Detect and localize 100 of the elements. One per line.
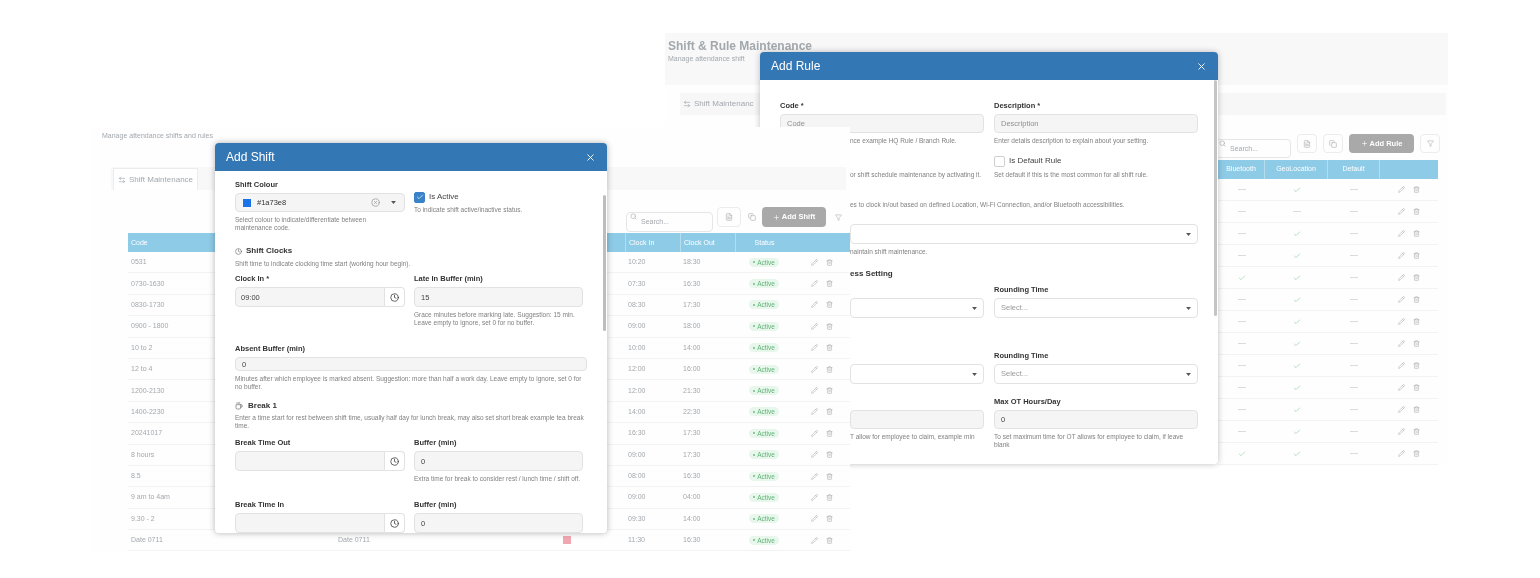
edit-icon[interactable]: [810, 472, 818, 480]
close-icon: [585, 151, 596, 163]
transfer-icon: [118, 175, 126, 184]
time-field[interactable]: [235, 513, 385, 533]
checkbox-label: Is Default Rule: [1009, 155, 1062, 167]
delete-icon[interactable]: [1413, 230, 1420, 237]
edit-icon[interactable]: [1398, 186, 1405, 193]
edit-icon[interactable]: [810, 280, 818, 288]
delete-icon[interactable]: [825, 451, 833, 459]
edit-icon[interactable]: [810, 344, 818, 352]
search-icon: [1219, 140, 1226, 147]
time-field[interactable]: [235, 451, 385, 471]
check-icon: [415, 193, 424, 201]
caret-icon: [972, 306, 977, 310]
dialog-title: Add Rule: [771, 58, 821, 75]
delete-icon[interactable]: [825, 344, 833, 352]
edit-icon[interactable]: [810, 258, 818, 266]
clock-icon: [390, 456, 399, 466]
edit-icon[interactable]: [1398, 384, 1405, 391]
edit-icon[interactable]: [1398, 428, 1405, 435]
delete-icon[interactable]: [1413, 296, 1420, 303]
edit-icon[interactable]: [1398, 296, 1405, 303]
delete-icon[interactable]: [825, 322, 833, 330]
delete-icon[interactable]: [1413, 274, 1420, 281]
section-heading: Break 1: [248, 401, 277, 411]
delete-icon[interactable]: [825, 365, 833, 373]
plus-icon: [1360, 140, 1368, 147]
delete-icon[interactable]: [1413, 384, 1420, 391]
caret-icon: [391, 201, 396, 204]
close-button[interactable]: [585, 151, 596, 163]
delete-icon[interactable]: [1413, 318, 1420, 325]
cup-icon: [235, 402, 243, 410]
select-field[interactable]: [850, 364, 984, 384]
edit-icon[interactable]: [1398, 450, 1405, 457]
edit-icon[interactable]: [1398, 340, 1405, 347]
caret-icon: [972, 372, 977, 376]
clock-button[interactable]: [385, 451, 405, 471]
export-button[interactable]: [1297, 134, 1317, 153]
edit-icon[interactable]: [1398, 406, 1405, 413]
delete-icon[interactable]: [1413, 362, 1420, 369]
caret-icon: [1186, 232, 1191, 236]
ot-input[interactable]: [850, 410, 984, 429]
edit-icon[interactable]: [1398, 208, 1405, 215]
delete-icon[interactable]: [825, 387, 833, 395]
clock-icon: [390, 518, 399, 528]
edit-icon[interactable]: [810, 408, 818, 416]
page-title: Shift & Rule Maintenance: [668, 38, 814, 54]
copy-icon: [1329, 139, 1337, 148]
transfer-icon: [683, 100, 691, 108]
delete-icon[interactable]: [825, 515, 833, 523]
filter-icon: [1426, 140, 1434, 147]
search-icon: [630, 213, 637, 220]
delete-icon[interactable]: [825, 536, 833, 544]
edit-icon[interactable]: [810, 494, 818, 501]
delete-icon[interactable]: [825, 494, 833, 501]
delete-icon[interactable]: [1413, 406, 1420, 413]
checkbox[interactable]: [414, 191, 425, 203]
delete-icon[interactable]: [1413, 340, 1420, 347]
delete-icon[interactable]: [825, 472, 833, 480]
delete-icon[interactable]: [1413, 186, 1420, 193]
select-field[interactable]: [850, 224, 1198, 244]
caret-icon: [1186, 372, 1191, 376]
caret-icon: [1186, 306, 1191, 310]
edit-icon[interactable]: [810, 301, 818, 309]
filter-button[interactable]: [1420, 134, 1440, 153]
edit-icon[interactable]: [810, 451, 818, 459]
edit-icon[interactable]: [1398, 318, 1405, 325]
delete-icon[interactable]: [1413, 252, 1420, 259]
edit-icon[interactable]: [810, 536, 818, 544]
edit-icon[interactable]: [810, 515, 818, 523]
delete-icon[interactable]: [825, 258, 833, 266]
clock-button[interactable]: [385, 513, 405, 533]
clock-button[interactable]: [385, 287, 405, 307]
delete-icon[interactable]: [825, 280, 833, 288]
checkbox[interactable]: [994, 155, 1005, 167]
dialog-title: Add Shift: [226, 149, 275, 166]
delete-icon[interactable]: [825, 408, 833, 416]
close-icon: [1196, 60, 1207, 72]
clock-icon: [390, 292, 399, 302]
edit-icon[interactable]: [810, 387, 818, 395]
copy-icon: [747, 213, 756, 221]
delete-icon[interactable]: [1413, 450, 1420, 457]
edit-icon[interactable]: [1398, 274, 1405, 281]
columns-button[interactable]: [1323, 134, 1343, 153]
document-icon: [1303, 139, 1311, 148]
select-field[interactable]: [850, 298, 984, 318]
delete-icon[interactable]: [825, 301, 833, 309]
plus-icon: [772, 213, 780, 221]
edit-icon[interactable]: [1398, 362, 1405, 369]
section-heading: Shift Clocks: [246, 246, 293, 256]
edit-icon[interactable]: [1398, 230, 1405, 237]
edit-icon[interactable]: [1398, 252, 1405, 259]
edit-icon[interactable]: [810, 322, 818, 330]
export-button[interactable]: [717, 207, 741, 227]
delete-icon[interactable]: [825, 429, 833, 437]
edit-icon[interactable]: [810, 429, 818, 437]
delete-icon[interactable]: [1413, 428, 1420, 435]
delete-icon[interactable]: [1413, 208, 1420, 215]
close-button[interactable]: [1196, 60, 1207, 72]
edit-icon[interactable]: [810, 365, 818, 373]
